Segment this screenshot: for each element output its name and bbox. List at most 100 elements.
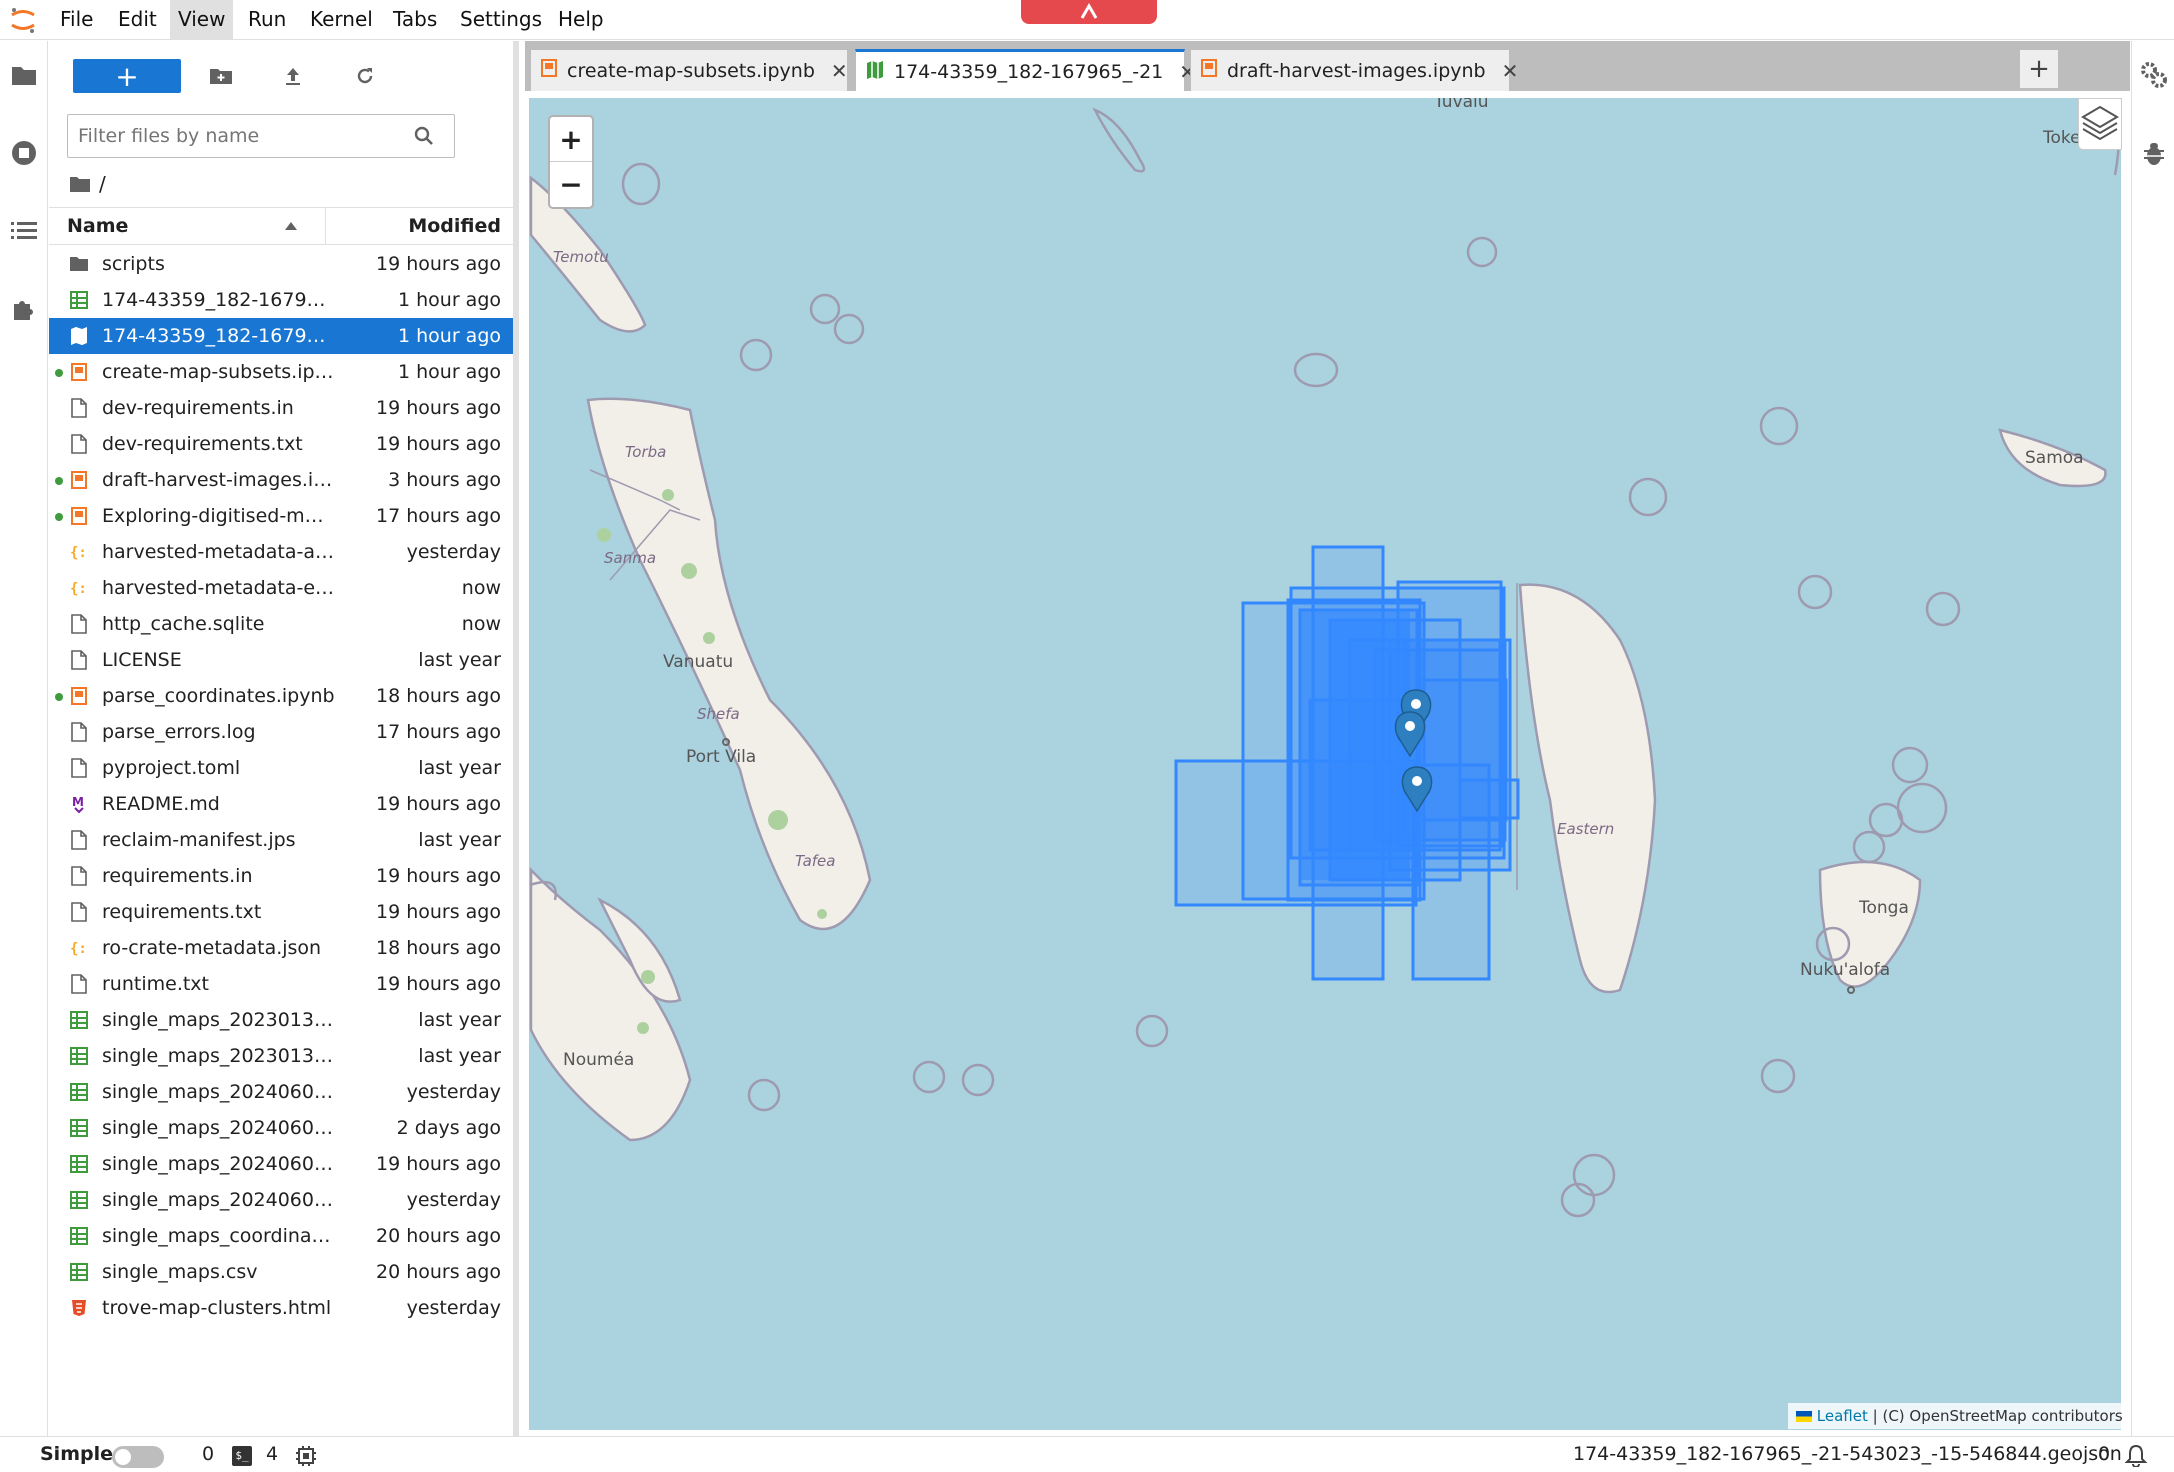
file-list-item[interactable]: requirements.txt 19 hours ago [49, 894, 513, 930]
spreadsheet-icon [69, 1262, 89, 1282]
file-list-item[interactable]: single_maps_coordina… 20 hours ago [49, 1218, 513, 1254]
terminal-count[interactable]: 4 [266, 1437, 278, 1471]
file-browser: + Filter files by name / Name Modified s… [49, 41, 519, 1436]
file-list-item[interactable]: single_maps.csv 20 hours ago [49, 1254, 513, 1290]
file-modified: yesterday [406, 1081, 501, 1103]
menu-edit[interactable]: Edit [110, 0, 165, 40]
file-list-item[interactable]: single_maps_2024060… 2 days ago [49, 1110, 513, 1146]
file-list-item[interactable]: requirements.in 19 hours ago [49, 858, 513, 894]
file-list-item[interactable]: single_maps_2024060… yesterday [49, 1074, 513, 1110]
file-list-item[interactable]: single_maps_2024060… yesterday [49, 1182, 513, 1218]
extension-manager-icon[interactable] [8, 293, 40, 325]
leaflet-link[interactable]: Leaflet [1817, 1407, 1868, 1425]
menu-run[interactable]: Run [240, 0, 294, 40]
main-tab-bar: create-map-subsets.ipynb ✕ 174-43359_182… [525, 41, 2130, 92]
tab-create-map-subsets[interactable]: create-map-subsets.ipynb ✕ [530, 49, 848, 91]
file-list-item[interactable]: trove-map-clusters.html yesterday [49, 1290, 513, 1326]
jupyter-logo-icon [8, 6, 38, 34]
file-list-item[interactable]: single_maps_2024060… 19 hours ago [49, 1146, 513, 1182]
file-name: draft-harvest-images.i… [102, 469, 333, 491]
file-list-item[interactable]: Exploring-digitised-m… 17 hours ago [49, 498, 513, 534]
refresh-button[interactable] [343, 59, 387, 93]
property-inspector-icon[interactable] [2140, 61, 2168, 93]
table-of-contents-icon[interactable] [8, 215, 40, 247]
column-modified[interactable]: Modified [408, 208, 501, 244]
add-tab-button[interactable]: + [2019, 49, 2059, 89]
menu-help[interactable]: Help [550, 0, 612, 40]
folder-icon [70, 177, 90, 192]
spreadsheet-icon [69, 1082, 89, 1102]
menu-file[interactable]: File [52, 0, 101, 40]
binder-indicator-button[interactable] [1021, 0, 1157, 24]
folder-icon[interactable] [8, 59, 40, 91]
file-list-item[interactable]: dev-requirements.in 19 hours ago [49, 390, 513, 426]
spreadsheet-icon [69, 1046, 89, 1066]
tab-draft-harvest-images[interactable]: draft-harvest-images.ipynb ✕ [1190, 49, 1518, 91]
file-modified: yesterday [406, 1189, 501, 1211]
layers-control-button[interactable] [2078, 98, 2122, 150]
zoom-in-button[interactable]: + [550, 117, 592, 162]
close-icon[interactable]: ✕ [1502, 59, 1519, 83]
map-label-tonga: Tonga [1859, 898, 1909, 918]
file-list-item[interactable]: parse_errors.log 17 hours ago [49, 714, 513, 750]
leaflet-map[interactable]: Tuvalu Toke Temotu Torba Sanma Vanuatu S… [529, 98, 2121, 1430]
file-list-item[interactable]: single_maps_2023013… last year [49, 1038, 513, 1074]
file-list-item[interactable]: dev-requirements.txt 19 hours ago [49, 426, 513, 462]
map-attribution: Leaflet | (C) OpenStreetMap contributors [1788, 1403, 2131, 1429]
html-icon [69, 1298, 89, 1318]
column-name[interactable]: Name [67, 208, 128, 244]
breadcrumb-root[interactable]: / [99, 172, 106, 196]
file-list-item[interactable]: draft-harvest-images.i… 3 hours ago [49, 462, 513, 498]
file-list-item[interactable]: scripts 19 hours ago [49, 246, 513, 282]
file-name: requirements.in [102, 865, 253, 887]
file-name: parse_coordinates.ipynb [102, 685, 335, 707]
upload-button[interactable] [271, 59, 315, 93]
bell-icon[interactable] [2124, 1443, 2148, 1472]
file-name: dev-requirements.in [102, 397, 294, 419]
spreadsheet-icon [69, 1010, 89, 1030]
menu-settings[interactable]: Settings [452, 0, 550, 40]
file-list-item[interactable]: runtime.txt 19 hours ago [49, 966, 513, 1002]
refresh-icon [357, 68, 373, 84]
file-list-item[interactable]: reclaim-manifest.jps last year [49, 822, 513, 858]
file-list-item[interactable]: {:} ro-crate-metadata.json 18 hours ago [49, 930, 513, 966]
simple-mode-toggle[interactable] [112, 1446, 164, 1468]
zoom-out-button[interactable]: − [550, 162, 592, 207]
menu-kernel[interactable]: Kernel [302, 0, 381, 40]
file-list-item[interactable]: pyproject.toml last year [49, 750, 513, 786]
file-list-item[interactable]: 174-43359_182-1679… 1 hour ago [49, 282, 513, 318]
ukraine-flag-icon [1796, 1411, 1812, 1422]
filter-files-input[interactable]: Filter files by name [67, 114, 455, 158]
new-launcher-button[interactable]: + [73, 59, 181, 93]
file-list-item[interactable]: http_cache.sqlite now [49, 606, 513, 642]
file-name: Exploring-digitised-m… [102, 505, 324, 527]
kernel-count[interactable]: 0 [202, 1437, 214, 1471]
file-list-item[interactable]: LICENSE last year [49, 642, 513, 678]
file-list-item[interactable]: {:} harvested-metadata-a… yesterday [49, 534, 513, 570]
bounding-box-overlap [1300, 610, 1410, 880]
file-list-item[interactable]: create-map-subsets.ip… 1 hour ago [49, 354, 513, 390]
menu-view[interactable]: View [170, 0, 234, 40]
file-list-item[interactable]: M README.md 19 hours ago [49, 786, 513, 822]
file-list-item[interactable]: single_maps_2023013… last year [49, 1002, 513, 1038]
file-modified: 1 hour ago [397, 289, 501, 311]
notification-count[interactable]: 0 [2098, 1437, 2110, 1471]
breadcrumb[interactable]: / [69, 169, 106, 199]
close-icon[interactable]: ✕ [831, 59, 848, 83]
map-label-tokelau: Toke [2043, 128, 2081, 148]
file-name: LICENSE [102, 649, 182, 671]
json-icon: {:} [69, 578, 89, 598]
debugger-icon[interactable] [2142, 141, 2166, 171]
file-modified: last year [418, 1045, 501, 1067]
svg-text:{:}: {:} [70, 941, 88, 957]
new-folder-button[interactable] [199, 59, 243, 93]
tab-geojson-map[interactable]: 174-43359_182-167965_-21 ✕ [855, 49, 1196, 92]
file-modified: 3 hours ago [388, 469, 501, 491]
file-list-item[interactable]: parse_coordinates.ipynb 18 hours ago [49, 678, 513, 714]
file-list-item[interactable]: {:} harvested-metadata-e… now [49, 570, 513, 606]
file-list-item[interactable]: 174-43359_182-1679… 1 hour ago [49, 318, 513, 354]
geojson-map-icon [69, 326, 89, 346]
menu-tabs[interactable]: Tabs [385, 0, 445, 40]
running-sessions-icon[interactable] [8, 137, 40, 169]
file-name: harvested-metadata-a… [102, 541, 334, 563]
